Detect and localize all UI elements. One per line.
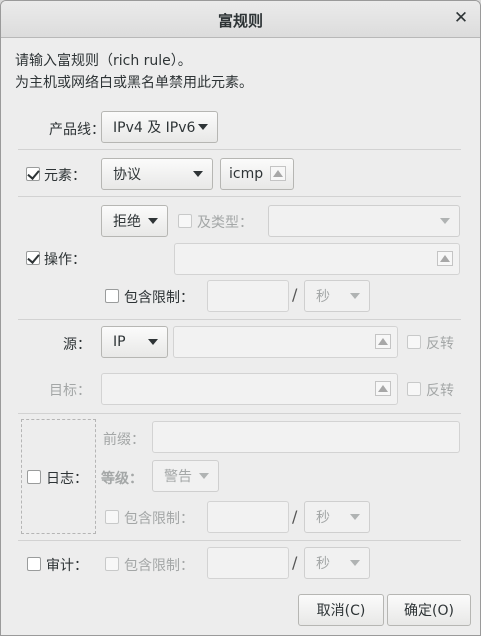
- ok-button[interactable]: 确定(O): [387, 594, 471, 626]
- audit-limit-input[interactable]: [207, 547, 289, 579]
- with-type-checkbox[interactable]: [178, 214, 192, 228]
- ok-button-label: 确定(O): [404, 603, 454, 619]
- destination-entry[interactable]: [101, 373, 398, 405]
- source-label: 源：: [63, 337, 91, 353]
- rich-rule-dialog: 富规则 ✕ 请输入富规则（rich rule）。 为主机或网络白或黑名单禁用此元…: [0, 0, 481, 636]
- chevron-down-icon: [198, 124, 208, 130]
- element-type-value: 协议: [113, 167, 141, 183]
- destination-invert-label: 反转: [426, 383, 454, 399]
- audit-limit-checkbox[interactable]: [105, 557, 119, 571]
- chevron-down-icon: [193, 171, 203, 177]
- chevron-down-icon: [148, 339, 158, 345]
- close-icon[interactable]: ✕: [452, 9, 470, 27]
- slash-separator: /: [292, 507, 298, 526]
- audit-limit-label: 包含限制：: [124, 558, 194, 574]
- separator: [18, 540, 461, 541]
- source-type-value: IP: [113, 334, 126, 350]
- action-entry[interactable]: [174, 243, 460, 275]
- log-level-value: 警告: [164, 469, 192, 485]
- action-choice-value: 拒绝: [113, 214, 141, 230]
- edit-icon: [437, 251, 453, 266]
- chevron-down-icon: [199, 473, 209, 479]
- log-checkbox[interactable]: [27, 470, 41, 484]
- destination-label: 目标：: [49, 383, 91, 399]
- source-invert-checkbox[interactable]: [407, 335, 421, 349]
- intro-line-2: 为主机或网络白或黑名单禁用此元素。: [15, 75, 253, 91]
- log-prefix-label: 前缀：: [103, 432, 145, 448]
- action-limit-label: 包含限制：: [124, 290, 194, 306]
- with-type-dropdown[interactable]: [268, 205, 460, 237]
- chevron-down-icon: [350, 293, 360, 299]
- separator: [18, 196, 461, 197]
- slash-separator: /: [292, 285, 298, 304]
- action-limit-unit-dropdown[interactable]: 秒: [304, 280, 370, 312]
- separator: [18, 319, 461, 320]
- log-limit-checkbox[interactable]: [105, 510, 119, 524]
- audit-limit-unit: 秒: [316, 556, 330, 572]
- chevron-down-icon: [350, 514, 360, 520]
- edit-icon: [375, 334, 391, 349]
- slash-separator: /: [292, 553, 298, 572]
- chevron-down-icon: [148, 218, 158, 224]
- source-type-dropdown[interactable]: IP: [101, 326, 168, 358]
- dialog-title: 富规则: [217, 12, 263, 30]
- cancel-button-label: 取消(C): [316, 603, 366, 619]
- separator: [18, 149, 461, 150]
- intro-line-1: 请输入富规则（rich rule）。: [15, 53, 192, 69]
- action-limit-unit: 秒: [316, 289, 330, 305]
- destination-invert-checkbox[interactable]: [407, 382, 421, 396]
- log-level-label: 等级：: [101, 471, 143, 487]
- log-limit-label: 包含限制：: [124, 511, 194, 527]
- action-label: 操作：: [44, 252, 86, 268]
- action-limit-checkbox[interactable]: [105, 289, 119, 303]
- log-prefix-input[interactable]: [152, 421, 460, 453]
- source-invert-label: 反转: [426, 336, 454, 352]
- element-label: 元素：: [44, 168, 86, 184]
- intro-text: 请输入富规则（rich rule）。 为主机或网络白或黑名单禁用此元素。: [15, 50, 253, 94]
- family-dropdown[interactable]: IPv4 及 IPv6: [101, 111, 218, 143]
- log-limit-input[interactable]: [207, 501, 289, 533]
- action-limit-input[interactable]: [207, 280, 289, 312]
- log-limit-unit-dropdown[interactable]: 秒: [304, 501, 370, 533]
- chevron-down-icon: [350, 560, 360, 566]
- audit-checkbox[interactable]: [27, 557, 41, 571]
- element-value: icmp: [229, 166, 264, 182]
- edit-icon: [375, 381, 391, 396]
- log-limit-unit: 秒: [316, 510, 330, 526]
- element-type-dropdown[interactable]: 协议: [101, 158, 213, 190]
- element-value-button[interactable]: icmp: [220, 158, 294, 190]
- cancel-button[interactable]: 取消(C): [298, 594, 384, 626]
- audit-label: 审计：: [46, 558, 88, 574]
- with-type-label: 及类型：: [197, 215, 253, 231]
- family-dropdown-value: IPv4 及 IPv6: [113, 120, 196, 136]
- action-choice-dropdown[interactable]: 拒绝: [101, 205, 168, 237]
- title-bar: 富规则 ✕: [1, 1, 480, 38]
- family-label: 产品线：: [49, 122, 105, 138]
- element-checkbox[interactable]: [26, 167, 40, 181]
- action-checkbox[interactable]: [26, 251, 40, 265]
- separator: [18, 413, 461, 414]
- chevron-down-icon: [440, 218, 450, 224]
- audit-limit-unit-dropdown[interactable]: 秒: [304, 547, 370, 579]
- edit-icon: [270, 166, 286, 181]
- log-level-dropdown[interactable]: 警告: [152, 460, 219, 492]
- log-label: 日志：: [46, 471, 88, 487]
- source-entry[interactable]: [173, 326, 398, 358]
